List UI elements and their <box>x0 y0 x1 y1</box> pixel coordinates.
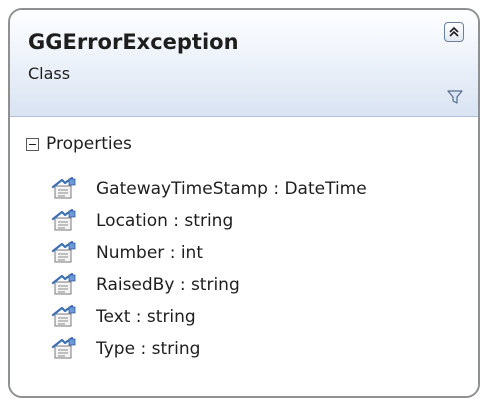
minus-box-icon[interactable] <box>26 137 39 151</box>
property-icon <box>51 273 76 295</box>
property-item[interactable]: Type : string <box>50 333 367 365</box>
property-label: Type : string <box>96 339 201 359</box>
property-label: Number : int <box>96 243 203 263</box>
property-item[interactable]: Number : int <box>50 237 367 269</box>
property-item[interactable]: Location : string <box>50 205 367 237</box>
properties-section-header[interactable]: Properties <box>26 131 132 157</box>
collapse-button[interactable] <box>444 22 464 42</box>
property-label: Text : string <box>96 307 196 327</box>
property-icon <box>51 209 76 231</box>
filter-icon[interactable] <box>446 88 464 106</box>
property-label: Location : string <box>96 211 234 231</box>
class-kind: Class <box>28 64 71 83</box>
double-chevron-up-icon <box>449 26 459 37</box>
property-icon <box>51 305 76 327</box>
property-item[interactable]: Text : string <box>50 301 367 333</box>
property-label: GatewayTimeStamp : DateTime <box>96 179 367 199</box>
property-list: GatewayTimeStamp : DateTime Location : s… <box>50 173 367 365</box>
class-name[interactable]: GGErrorException <box>28 30 239 54</box>
property-icon <box>51 177 76 199</box>
property-label: RaisedBy : string <box>96 275 240 295</box>
class-shape[interactable]: GGErrorException Class Properties Gatewa… <box>8 8 480 398</box>
section-title: Properties <box>46 134 132 154</box>
property-item[interactable]: RaisedBy : string <box>50 269 367 301</box>
property-icon <box>51 337 76 359</box>
class-header: GGErrorException Class <box>10 10 478 117</box>
properties-section: Properties GatewayTimeStamp : DateTime L… <box>10 117 478 396</box>
property-icon <box>51 241 76 263</box>
property-item[interactable]: GatewayTimeStamp : DateTime <box>50 173 367 205</box>
